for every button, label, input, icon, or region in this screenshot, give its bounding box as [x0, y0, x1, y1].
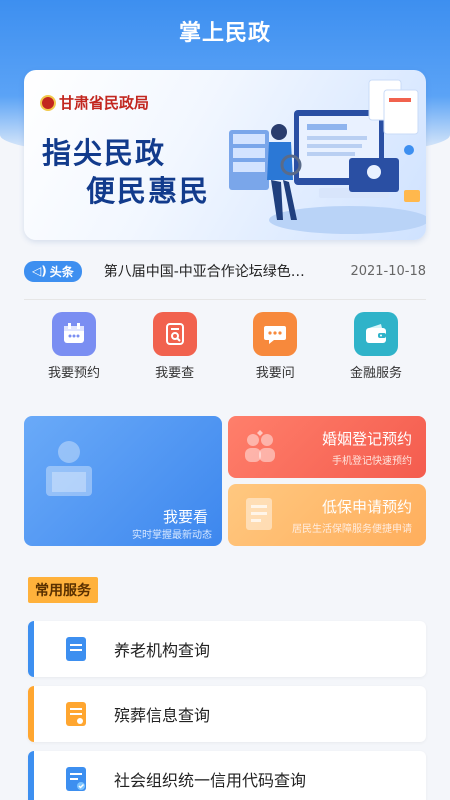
- card-news-view[interactable]: 我要看 实时掌握最新动态: [24, 416, 222, 546]
- quick-action-appointment[interactable]: 我要预约: [24, 312, 124, 392]
- accent-bar: [28, 621, 34, 677]
- quick-action-label: 我要预约: [47, 366, 100, 381]
- reader-icon: [46, 441, 92, 496]
- headline-tag-label: 头条: [49, 264, 74, 279]
- service-item-elderly-care[interactable]: 养老机构查询: [28, 621, 426, 677]
- wallet-icon: [353, 312, 398, 356]
- quick-action-label: 我要查: [155, 366, 195, 381]
- card-title: 低保申请预约: [321, 498, 412, 516]
- service-item-credit-code[interactable]: 社会组织统一信用代码查询: [28, 751, 426, 800]
- service-label: 社会组织统一信用代码查询: [114, 771, 307, 790]
- org-name: 甘肃省民政局: [59, 94, 150, 112]
- document-list-icon: [66, 702, 86, 726]
- card-title: 婚姻登记预约: [321, 430, 412, 448]
- chat-icon: [253, 312, 298, 356]
- banner-illustration: [229, 79, 426, 234]
- quick-action-finance[interactable]: 金融服务: [326, 312, 426, 392]
- search-doc-icon: [152, 312, 197, 356]
- form-icon: [246, 498, 272, 530]
- quick-action-ask[interactable]: 我要问: [225, 312, 325, 392]
- card-subtitle: 实时掌握最新动态: [132, 530, 212, 541]
- quick-action-search[interactable]: 我要查: [125, 312, 225, 392]
- banner-slogan-line2: 便民惠民: [86, 174, 211, 208]
- speaker-icon: ◁): [32, 264, 47, 278]
- section-title: 常用服务: [28, 577, 98, 603]
- service-label: 养老机构查询: [114, 641, 211, 660]
- service-label: 殡葬信息查询: [114, 706, 211, 725]
- quick-action-label: 金融服务: [349, 366, 402, 381]
- headline-ticker[interactable]: ◁) 头条 第八届中国-中亚合作论坛绿色发… 2021-10-18: [24, 252, 426, 290]
- headline-date: 2021-10-18: [350, 263, 426, 279]
- card-title: 我要看: [162, 508, 208, 526]
- headline-tag: ◁) 头条: [24, 260, 82, 282]
- quick-actions: 我要预约 我要查 我要问 金融服务: [24, 312, 426, 392]
- card-marriage-registration[interactable]: 婚姻登记预约 手机登记快速预约: [228, 416, 426, 478]
- promo-banner[interactable]: 甘肃省民政局 指尖民政 便民惠民: [24, 70, 426, 240]
- banner-slogan-line1: 指尖民政: [42, 136, 167, 170]
- page-title: 掌上民政: [178, 21, 271, 46]
- couple-icon: [245, 430, 275, 462]
- headline-text[interactable]: 第八届中国-中亚合作论坛绿色发…: [104, 261, 319, 281]
- document-icon: [66, 637, 86, 661]
- quick-action-label: 我要问: [255, 366, 295, 381]
- card-subtitle: 手机登记快速预约: [332, 456, 412, 467]
- org-logo: 甘肃省民政局: [40, 92, 149, 113]
- accent-bar: [28, 686, 34, 742]
- emblem-icon: [40, 94, 56, 111]
- service-item-funeral-info[interactable]: 殡葬信息查询: [28, 686, 426, 742]
- calendar-icon: [52, 312, 96, 356]
- card-subtitle: 居民生活保障服务便捷申请: [292, 524, 412, 535]
- document-check-icon: [66, 767, 86, 791]
- card-subsistence-application[interactable]: 低保申请预约 居民生活保障服务便捷申请: [228, 484, 426, 546]
- divider: [24, 299, 426, 300]
- accent-bar: [28, 751, 34, 800]
